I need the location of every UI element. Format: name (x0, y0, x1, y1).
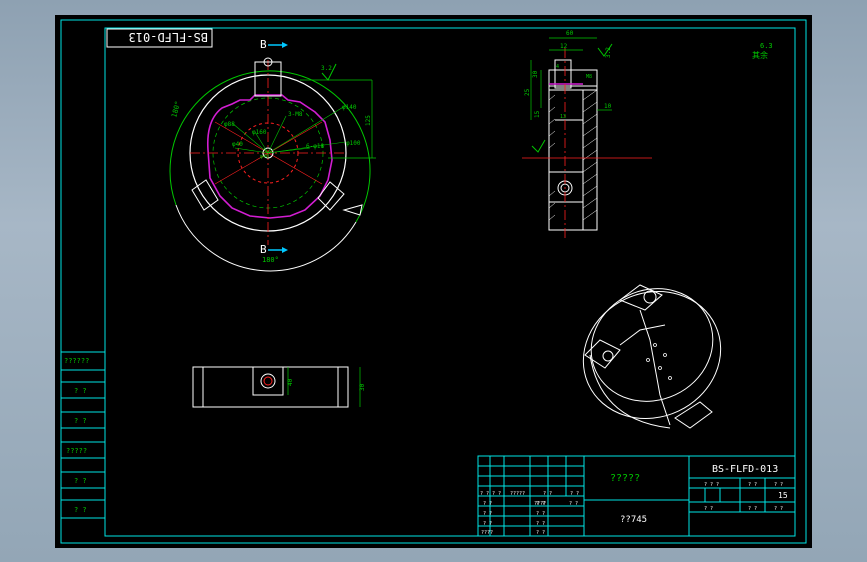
right-label-1: ? ? (748, 482, 757, 488)
surface-finish: 6.3 (760, 42, 773, 50)
dim-main-8: 125 (365, 115, 372, 126)
grid-label-7: ???? (534, 501, 546, 507)
left-strip-cell-1: ? ? (74, 387, 87, 395)
corner-code: BS-FLFD-013 (129, 30, 208, 44)
scale-value: 15 (778, 491, 788, 500)
surface-note: 其余 (752, 50, 768, 60)
dim-main-3: φ40 (232, 141, 243, 148)
grid-label-14: ? ? (569, 501, 578, 507)
cad-drawing-canvas: BS-FLFD-013 B B 180° 180° φ140 φ100 φ88 … (55, 15, 812, 548)
grid-label-2: ????? (510, 491, 525, 497)
grid-label-8: ? ? (483, 511, 492, 517)
dim-main-4: 3-M8 (288, 111, 303, 118)
dim-main-6: φ40 (260, 154, 269, 160)
right-label-0: ? ? ? (704, 482, 719, 488)
left-strip-cell-2: ? ? (74, 417, 87, 425)
section-mark-top: B (260, 38, 267, 51)
section-mark-bottom: B (260, 243, 267, 256)
dim-side-9: 4 (556, 64, 559, 70)
dim-side-5: 10 (604, 103, 612, 110)
dim-main-1: φ100 (346, 140, 361, 147)
grid-label-11: ? ? (536, 521, 545, 527)
dim-main-0: φ140 (342, 104, 357, 111)
dim-main-9: 3.2 (321, 65, 332, 72)
dim-side-2: 25 (524, 88, 531, 96)
grid-label-1: ? ? (492, 491, 501, 497)
right-label-3: ? ? (704, 506, 713, 512)
grid-label-0: ? ? (480, 491, 489, 497)
dim-bottom-1: 30 (359, 383, 366, 391)
dim-side-6: M8 (586, 74, 592, 80)
grid-label-10: ? ? (483, 521, 492, 527)
dim-side-3: 15 (534, 110, 541, 118)
dim-main-7: φ160 (252, 129, 267, 136)
dim-side-0: 60 (566, 30, 574, 37)
left-strip-cell-5: ? ? (74, 506, 87, 514)
part-name: ????? (610, 473, 640, 484)
title-block-code: BS-FLFD-013 (712, 464, 778, 475)
dim-bottom-0: 40 (287, 378, 294, 386)
dim-side-4: 30 (532, 70, 539, 78)
dim-main-5: 6-φ18 (306, 143, 324, 150)
dim-side-1: 12 (560, 43, 568, 50)
dim-side-7: 13 (560, 114, 566, 120)
grid-label-12: ? ? (536, 530, 545, 536)
right-label-2: ? ? (774, 482, 783, 488)
right-label-4: ? ? (748, 506, 757, 512)
left-strip-cell-3: ????? (66, 447, 87, 455)
grid-label-13: ???? (481, 530, 493, 536)
grid-label-4: ? ? (570, 491, 579, 497)
material: ??745 (620, 515, 647, 525)
left-strip-cell-0: ?????? (64, 357, 89, 365)
grid-label-9: ? ? (536, 511, 545, 517)
drawing-sheet (55, 15, 812, 548)
grid-label-3: ? ? (543, 491, 552, 497)
dim-main-2: φ88 (224, 121, 235, 128)
right-label-5: ? ? (774, 506, 783, 512)
left-strip-cell-4: ? ? (74, 477, 87, 485)
grid-label-5: ? ? (483, 501, 492, 507)
dim-side-8: 3.2 (605, 47, 612, 58)
angle-label-bottom: 180° (262, 256, 279, 264)
